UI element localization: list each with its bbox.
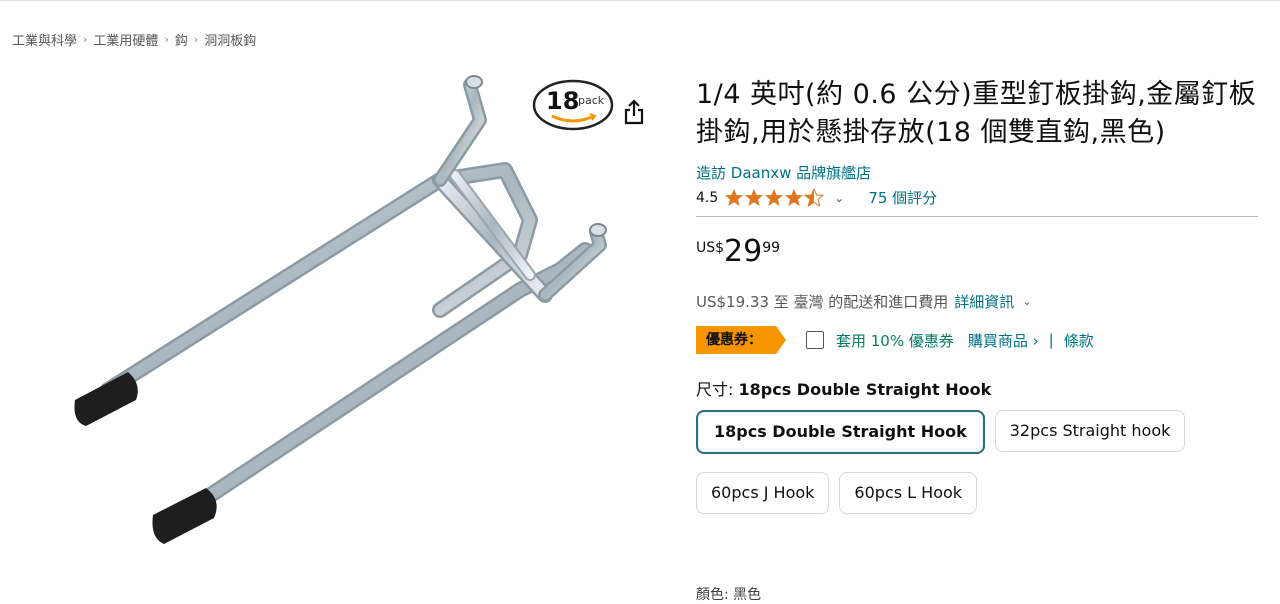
shipping-details-link[interactable]: 詳細資訊 <box>954 291 1014 312</box>
star-icon <box>765 189 784 206</box>
coupon-shop-link[interactable]: 購買商品 › <box>968 330 1039 351</box>
coupon-row: 優惠券： 套用 10% 優惠券 購買商品 › | 條款 <box>696 326 1258 354</box>
price-whole: 29 <box>724 234 763 269</box>
breadcrumb-industrial[interactable]: 工業與科學 <box>12 30 77 49</box>
pack-count-badge: 18 pack <box>532 78 614 132</box>
rating-value: 4.5 <box>696 189 719 206</box>
rating-row: 4.5 ⌄ 75 個評分 <box>696 187 1258 208</box>
product-image[interactable] <box>0 60 690 591</box>
reviews-link[interactable]: 75 個評分 <box>868 187 937 208</box>
size-selected-value: 18pcs Double Straight Hook <box>738 380 992 399</box>
divider <box>696 216 1258 217</box>
chevron-right-icon: › <box>164 33 169 46</box>
chevron-right-icon: › <box>83 33 88 46</box>
top-divider <box>0 0 1280 4</box>
brand-store-link[interactable]: 造訪 Daanxw 品牌旗艦店 <box>696 162 1258 183</box>
star-rating[interactable] <box>724 188 825 207</box>
half-star-icon <box>804 188 825 207</box>
coupon-text[interactable]: 套用 10% 優惠券 <box>836 330 954 351</box>
price: US$ 29 99 <box>696 235 1258 269</box>
size-option-60pcs-j-hook[interactable]: 60pcs J Hook <box>696 472 830 514</box>
coupon-badge: 優惠券： <box>696 326 786 354</box>
chevron-down-icon[interactable]: ⌄ <box>1022 295 1031 308</box>
rubber-tip-lower <box>152 488 217 544</box>
pack-number: 18 <box>546 87 580 115</box>
product-info: 1/4 英吋(約 0.6 公分)重型釘板掛鈎,金屬釘板掛鈎,用於懸掛存放(18 … <box>696 76 1258 532</box>
size-option-60pcs-l-hook[interactable]: 60pcs L Hook <box>839 472 978 514</box>
coupon-checkbox[interactable] <box>806 331 824 349</box>
breadcrumb: 工業與科學 › 工業用硬體 › 鈎 › 洞洞板鈎 <box>12 30 256 49</box>
breadcrumb-hooks[interactable]: 鈎 <box>175 30 188 49</box>
breadcrumb-hardware[interactable]: 工業用硬體 <box>93 30 158 49</box>
star-icon <box>745 189 764 206</box>
price-fraction: 99 <box>762 240 781 256</box>
product-title: 1/4 英吋(約 0.6 公分)重型釘板掛鈎,金屬釘板掛鈎,用於懸掛存放(18 … <box>696 79 1257 148</box>
shipping-text: US$19.33 至 臺灣 的配送和進口費用 <box>696 293 949 311</box>
color-label-partial: 顏色: 黑色 <box>696 587 762 603</box>
coupon-terms-link[interactable]: 條款 <box>1064 330 1094 351</box>
size-label: 尺寸: 18pcs Double Straight Hook <box>696 376 1258 400</box>
size-label-text: 尺寸: <box>696 380 734 399</box>
pack-text: pack <box>578 94 605 107</box>
size-option-18pcs-double-straight[interactable]: 18pcs Double Straight Hook <box>696 410 985 454</box>
star-icon <box>785 189 804 206</box>
size-options: 18pcs Double Straight Hook 32pcs Straigh… <box>696 410 1216 532</box>
coupon-separator: | <box>1048 331 1054 349</box>
price-currency: US$ <box>696 240 725 256</box>
rubber-tip-upper <box>74 372 138 426</box>
shipping-info: US$19.33 至 臺灣 的配送和進口費用 詳細資訊 ⌄ <box>696 291 1258 312</box>
chevron-right-icon: › <box>193 33 199 46</box>
size-option-32pcs-straight[interactable]: 32pcs Straight hook <box>994 410 1186 452</box>
star-icon <box>725 189 744 206</box>
breadcrumb-pegboard-hooks[interactable]: 洞洞板鈎 <box>204 30 256 49</box>
chevron-down-icon[interactable]: ⌄ <box>834 191 844 205</box>
share-icon[interactable] <box>622 98 646 126</box>
